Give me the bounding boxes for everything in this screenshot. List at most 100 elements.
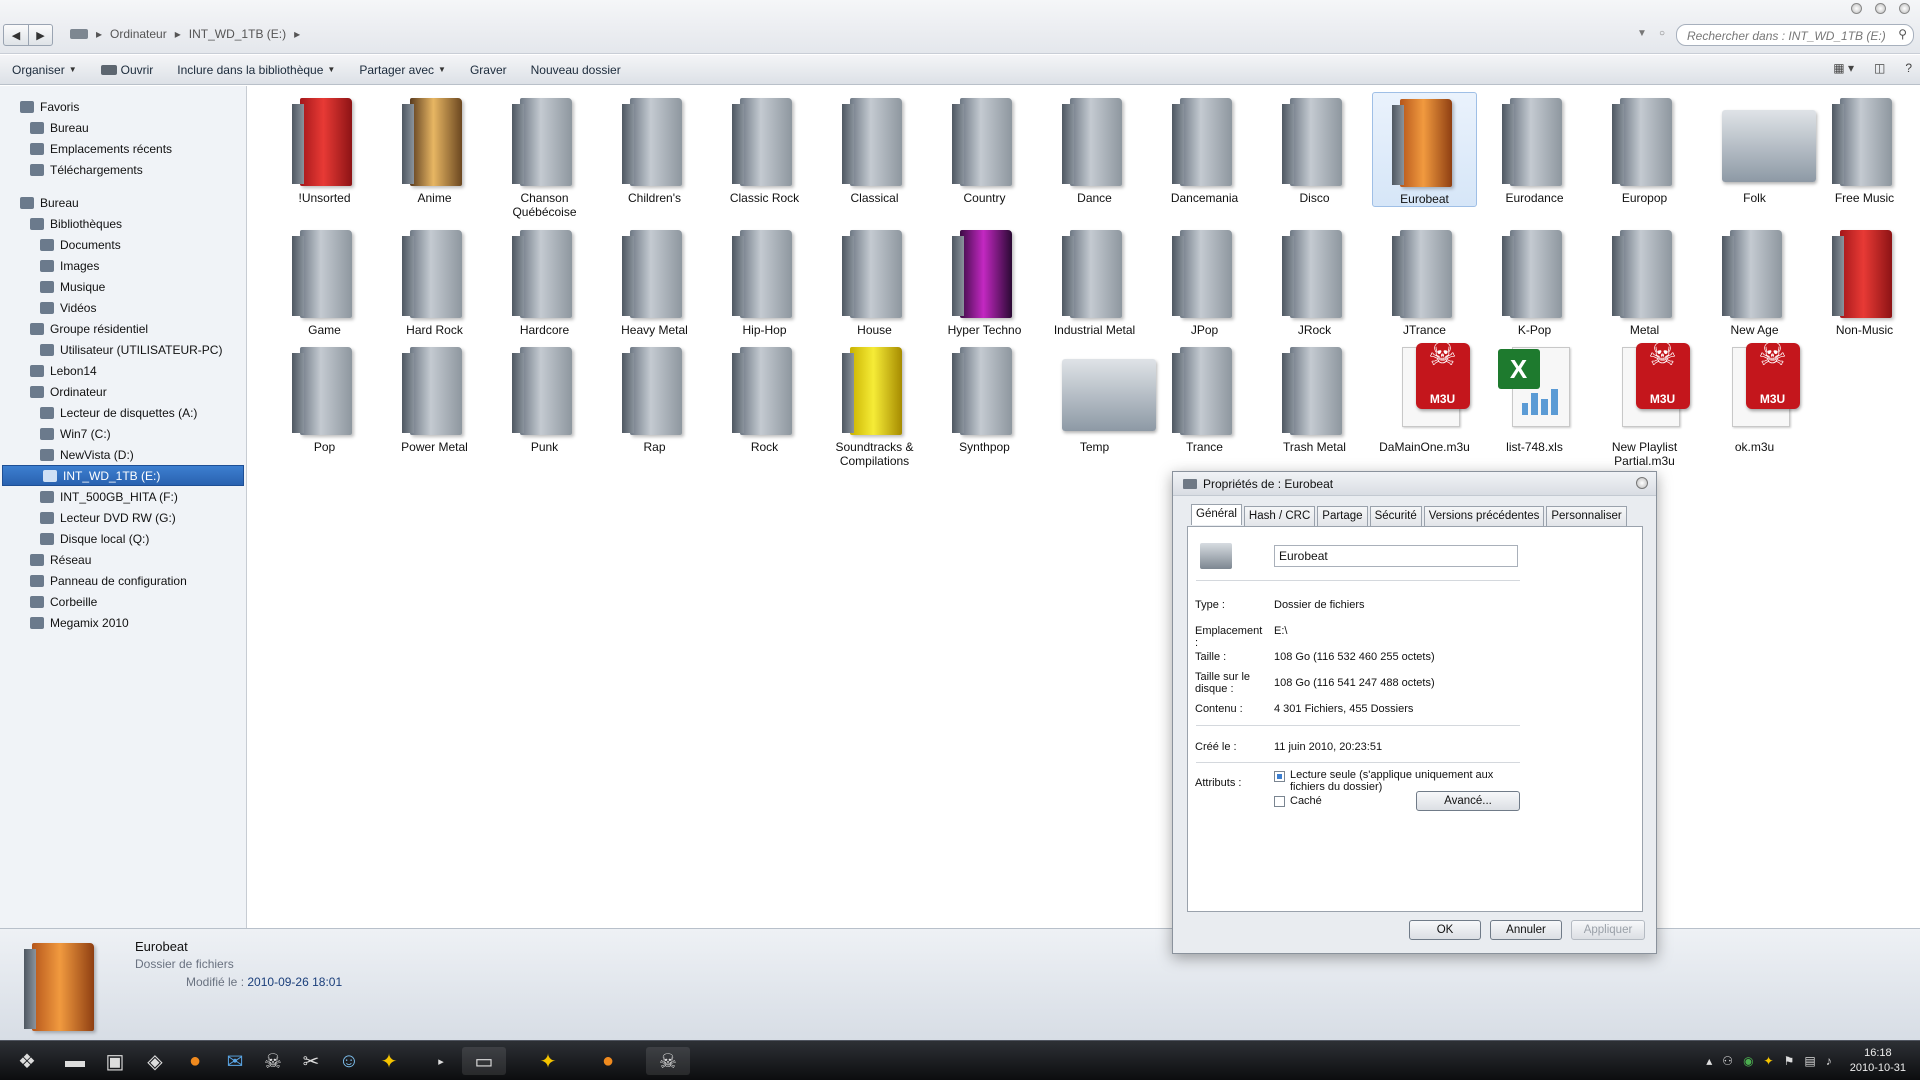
file-item[interactable]: Xlist-748.xls (1482, 341, 1587, 454)
back-button[interactable]: ◀ (4, 25, 28, 45)
search-input[interactable]: Rechercher dans : INT_WD_1TB (E:) ⚲ (1676, 24, 1914, 46)
file-item[interactable]: Temp (1042, 341, 1156, 454)
file-item[interactable]: Power Metal (382, 341, 487, 454)
file-item[interactable]: Pop (272, 341, 377, 454)
preview-pane-icon[interactable]: ◫ (1874, 61, 1885, 75)
dialog-tab[interactable]: Hash / CRC (1243, 506, 1316, 527)
foobar-task[interactable]: ☠ (646, 1047, 690, 1075)
sidebar-item[interactable]: Favoris (0, 96, 246, 117)
file-item[interactable]: Non-Music (1812, 224, 1917, 337)
file-item[interactable]: Classical (822, 92, 927, 205)
file-item[interactable]: M3U New Playlist Partial.m3u (1592, 341, 1697, 468)
dialog-titlebar[interactable]: Propriétés de : Eurobeat (1173, 472, 1656, 496)
file-item[interactable]: Hard Rock (382, 224, 487, 337)
hidden-checkbox[interactable] (1274, 796, 1285, 807)
foobar-icon[interactable]: ☠ (258, 1047, 288, 1075)
file-item[interactable]: Soundtracks & Compilations (822, 341, 927, 468)
file-item[interactable]: Dance (1042, 92, 1147, 205)
sidebar-item[interactable]: Vidéos (0, 297, 246, 318)
sidebar-item[interactable]: Réseau (0, 549, 246, 570)
sidebar-item[interactable]: Lecteur de disquettes (A:) (0, 402, 246, 423)
file-item[interactable]: Game (272, 224, 377, 337)
sidebar-item[interactable]: Megamix 2010 (0, 612, 246, 633)
file-item[interactable]: M3U ok.m3u (1702, 341, 1807, 454)
dialog-tab[interactable]: Général (1191, 504, 1242, 525)
file-item[interactable]: Disco (1262, 92, 1367, 205)
sidebar-item[interactable]: Ordinateur (0, 381, 246, 402)
close-button[interactable] (1899, 3, 1910, 14)
file-item[interactable]: Heavy Metal (602, 224, 707, 337)
help-icon[interactable]: ? (1905, 61, 1912, 75)
file-item[interactable]: JTrance (1372, 224, 1477, 337)
show-hidden-icons[interactable]: ▴ (1706, 1054, 1712, 1068)
forward-button[interactable]: ▶ (28, 25, 52, 45)
share-button[interactable]: Partager avec ▼ (347, 55, 458, 85)
messenger-icon[interactable]: ☺ (334, 1047, 364, 1075)
include-library-button[interactable]: Inclure dans la bibliothèque ▼ (165, 55, 347, 85)
start-button[interactable]: ❖ (12, 1047, 42, 1075)
desktop-icon[interactable]: ▬ (60, 1047, 90, 1075)
file-item[interactable]: Metal (1592, 224, 1697, 337)
volume-icon[interactable]: ♪ (1826, 1054, 1832, 1068)
file-item[interactable]: Industrial Metal (1042, 224, 1147, 337)
crumb-drive[interactable]: INT_WD_1TB (E:) (189, 27, 286, 41)
file-item[interactable]: !Unsorted (272, 92, 377, 205)
file-item[interactable]: Rap (602, 341, 707, 454)
sidebar-item[interactable]: Lebon14 (0, 360, 246, 381)
maximize-button[interactable] (1875, 3, 1886, 14)
explorer-icon[interactable]: ▣ (100, 1047, 130, 1075)
file-item[interactable]: Hyper Techno (932, 224, 1037, 337)
readonly-checkbox[interactable] (1274, 771, 1285, 782)
refresh-icon[interactable]: ○ (1659, 28, 1665, 39)
sidebar-item[interactable]: Documents (0, 234, 246, 255)
dialog-tab[interactable]: Personnaliser (1546, 506, 1627, 527)
burn-button[interactable]: Graver (458, 55, 519, 85)
sidebar-item[interactable]: Corbeille (0, 591, 246, 612)
file-item[interactable]: Rock (712, 341, 817, 454)
sidebar-item[interactable]: Utilisateur (UTILISATEUR-PC) (0, 339, 246, 360)
crumb-computer[interactable]: Ordinateur (110, 27, 167, 41)
status-icon[interactable]: ◉ (1743, 1054, 1753, 1068)
sidebar-item[interactable]: Emplacements récents (0, 138, 246, 159)
sidebar-item[interactable]: Bibliothèques (0, 213, 246, 234)
aim-icon[interactable]: ✦ (374, 1047, 404, 1075)
network-icon[interactable]: ▤ (1804, 1054, 1815, 1068)
ok-button[interactable]: OK (1409, 920, 1481, 940)
file-item[interactable]: Punk (492, 341, 597, 454)
sidebar-item[interactable]: Bureau (0, 192, 246, 213)
file-item[interactable]: Hip-Hop (712, 224, 817, 337)
file-item[interactable]: M3U DaMainOne.m3u (1372, 341, 1477, 454)
sidebar-item[interactable]: Panneau de configuration (0, 570, 246, 591)
network-user-icon[interactable]: ⚇ (1722, 1054, 1733, 1068)
firefox-icon[interactable]: ● (180, 1047, 210, 1075)
sidebar-item[interactable]: INT_500GB_HITA (F:) (0, 486, 246, 507)
file-item[interactable]: Folk (1702, 92, 1816, 205)
file-item[interactable]: New Age (1702, 224, 1807, 337)
dialog-close-button[interactable] (1636, 477, 1648, 489)
file-item[interactable]: Dancemania (1152, 92, 1257, 205)
firefox-task[interactable]: ● (586, 1047, 630, 1075)
action-center-icon[interactable]: ⚑ (1784, 1054, 1795, 1068)
explorer-task[interactable]: ▭ (462, 1047, 506, 1075)
dialog-tab[interactable]: Partage (1317, 506, 1368, 527)
file-item[interactable]: House (822, 224, 927, 337)
aim-tray-icon[interactable]: ✦ (1764, 1054, 1774, 1068)
folder-name-field[interactable]: Eurobeat (1274, 545, 1518, 567)
sidebar-item[interactable]: Groupe résidentiel (0, 318, 246, 339)
dialog-tab[interactable]: Sécurité (1369, 506, 1422, 527)
file-item[interactable]: Eurodance (1482, 92, 1587, 205)
sidebar-item[interactable]: Bureau (0, 117, 246, 138)
file-item[interactable]: JPop (1152, 224, 1257, 337)
overflow-chevron-icon[interactable]: ▸ (426, 1047, 456, 1075)
sidebar-item[interactable]: NewVista (D:) (0, 444, 246, 465)
apply-button[interactable]: Appliquer (1571, 920, 1645, 940)
sidebar-item[interactable]: Téléchargements (0, 159, 246, 180)
thunderbird-icon[interactable]: ✉ (220, 1047, 250, 1075)
file-item[interactable]: Synthpop (932, 341, 1037, 454)
sidebar-item[interactable]: Images (0, 255, 246, 276)
cancel-button[interactable]: Annuler (1490, 920, 1562, 940)
file-item[interactable]: Chanson Québécoise (492, 92, 597, 219)
breadcrumb[interactable]: ▸ Ordinateur ▸ INT_WD_1TB (E:) ▸ (70, 24, 300, 44)
advanced-button[interactable]: Avancé... (1416, 791, 1520, 811)
sidebar-item[interactable]: Disque local (Q:) (0, 528, 246, 549)
